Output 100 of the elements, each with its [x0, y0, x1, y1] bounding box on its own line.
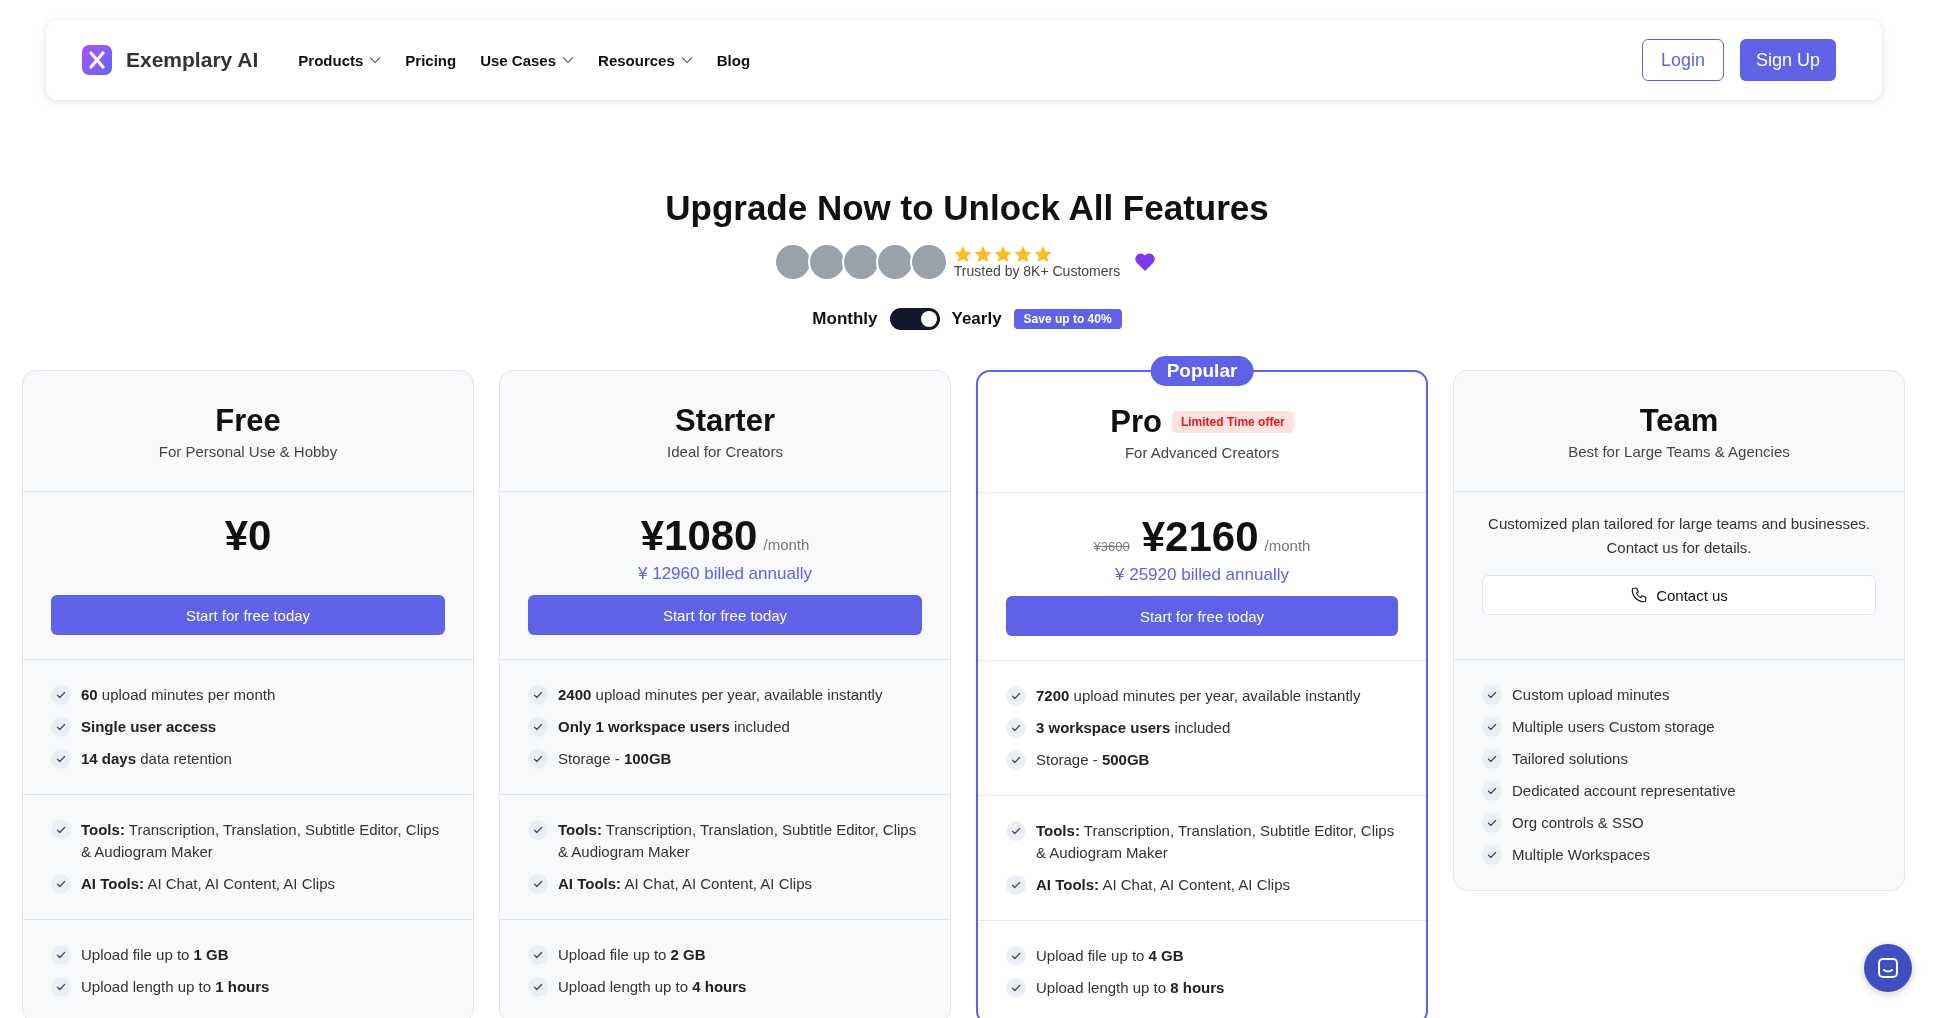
caret-icon	[369, 56, 382, 64]
feature-text: AI Tools: AI Chat, AI Content, AI Clips	[1036, 875, 1290, 895]
price-period: /month	[763, 536, 810, 553]
chat-button[interactable]	[1864, 944, 1912, 992]
feature-text: 60 upload minutes per month	[81, 685, 276, 705]
check-icon	[528, 749, 548, 769]
plan-subtitle: For Advanced Creators	[1124, 443, 1280, 461]
nav-link[interactable]: Resources	[598, 51, 693, 69]
save-badge: Save up to 40%	[1013, 309, 1122, 329]
check-icon	[1006, 946, 1026, 966]
billed-annually: ¥ 12960 billed annually	[638, 564, 812, 584]
check-icon	[1482, 717, 1502, 737]
check-icon	[1006, 750, 1026, 770]
plan-price: ¥2160	[1141, 513, 1259, 561]
feature-text: Multiple users Custom storage	[1512, 717, 1715, 737]
check-icon	[1482, 781, 1502, 801]
check-icon	[528, 717, 548, 737]
feature-text: Upload length up to 4 hours	[558, 977, 747, 997]
brand-name: Exemplary AI	[126, 48, 259, 72]
plan-subtitle: Ideal for Creators	[667, 442, 783, 460]
check-icon	[528, 945, 548, 965]
popular-badge: Popular	[1150, 356, 1254, 386]
star-icon	[1033, 245, 1052, 263]
feature-text: Upload length up to 8 hours	[1036, 978, 1225, 998]
heart-icon	[1134, 252, 1157, 272]
plan-subtitle: Best for Large Teams & Agencies	[1568, 442, 1790, 460]
plan-subtitle: For Personal Use & Hobby	[158, 442, 338, 460]
check-icon	[1482, 845, 1502, 865]
feature-text: Storage - 500GB	[1036, 750, 1150, 770]
start-button[interactable]: Start for free today	[1006, 596, 1398, 636]
star-icon	[973, 245, 992, 263]
contact-button[interactable]: Contact us	[1482, 575, 1876, 615]
old-price: ¥3600	[1093, 539, 1130, 554]
feature-text: Tools: Transcription, Translation, Subtitle Editor, Clips & Audiogram Maker	[558, 820, 918, 862]
feature-text: Multiple Workspaces	[1512, 845, 1651, 865]
check-icon	[1006, 978, 1026, 998]
billing-toggle[interactable]	[889, 308, 940, 330]
plan-price: ¥0	[224, 512, 272, 560]
feature-text: Upload file up to 2 GB	[558, 945, 706, 965]
feature-text: Tailored solutions	[1512, 749, 1628, 769]
feature-text: Only 1 workspace users included	[558, 717, 790, 737]
plan-price: ¥1080	[640, 512, 758, 560]
chat-icon	[1876, 956, 1900, 980]
check-icon	[51, 820, 71, 840]
star-icon	[1013, 245, 1032, 263]
check-icon	[528, 874, 548, 894]
check-icon	[528, 977, 548, 997]
plan-description: Customized plan tailored for large teams and businesses. Contact us for details.	[1487, 514, 1871, 558]
star-icon	[953, 245, 972, 263]
check-icon	[51, 717, 71, 737]
check-icon	[51, 874, 71, 894]
nav-link[interactable]: Products	[298, 51, 382, 69]
feature-text: AI Tools: AI Chat, AI Content, AI Clips	[81, 874, 335, 894]
check-icon	[51, 749, 71, 769]
feature-text: Upload file up to 1 GB	[81, 945, 229, 965]
feature-text: Storage - 100GB	[558, 749, 672, 769]
check-icon	[1482, 685, 1502, 705]
plan-name: Team	[1639, 402, 1719, 439]
feature-text: Tools: Transcription, Translation, Subtitle Editor, Clips & Audiogram Maker	[81, 820, 441, 862]
feature-text: Org controls & SSO	[1512, 813, 1644, 833]
offer-badge: Limited Time offer	[1171, 410, 1294, 433]
feature-text: Custom upload minutes	[1512, 685, 1670, 705]
signup-button[interactable]: Sign Up	[1739, 39, 1836, 81]
plan-name: Free	[215, 402, 281, 439]
logo-icon	[82, 45, 112, 75]
check-icon	[51, 945, 71, 965]
check-icon	[1482, 749, 1502, 769]
plan-name: Starter	[675, 402, 775, 439]
login-button[interactable]: Login	[1641, 39, 1724, 81]
feature-text: AI Tools: AI Chat, AI Content, AI Clips	[558, 874, 812, 894]
feature-text: 2400 upload minutes per year, available instantly	[558, 685, 883, 705]
check-icon	[528, 685, 548, 705]
phone-icon	[1630, 586, 1649, 604]
nav-link[interactable]: Use Cases	[480, 51, 575, 69]
trust-text: Trusted by 8K+ Customers	[953, 262, 1121, 279]
start-button[interactable]: Start for free today	[528, 595, 922, 635]
nav-link[interactable]: Pricing	[405, 51, 457, 69]
check-icon	[1006, 875, 1026, 895]
price-period: /month	[1264, 537, 1311, 554]
check-icon	[51, 685, 71, 705]
check-icon	[1006, 686, 1026, 706]
feature-text: 3 workspace users included	[1036, 718, 1231, 738]
nav-link[interactable]: Blog	[716, 51, 751, 69]
page-title: Upgrade Now to Unlock All Features	[664, 187, 1270, 229]
monthly-label: Monthly	[812, 309, 878, 329]
check-icon	[1482, 813, 1502, 833]
check-icon	[528, 820, 548, 840]
feature-text: Upload length up to 1 hours	[81, 977, 270, 997]
feature-text: Single user access	[81, 717, 217, 737]
start-button[interactable]: Start for free today	[51, 595, 445, 635]
caret-icon	[680, 56, 693, 64]
star-icon	[993, 245, 1012, 263]
feature-text: Dedicated account representative	[1512, 781, 1736, 801]
feature-text: Upload file up to 4 GB	[1036, 946, 1184, 966]
check-icon	[51, 977, 71, 997]
check-icon	[1006, 718, 1026, 738]
feature-text: 7200 upload minutes per year, available instantly	[1036, 686, 1361, 706]
feature-text: Tools: Transcription, Translation, Subtitle Editor, Clips & Audiogram Maker	[1036, 821, 1396, 863]
plan-name: Pro	[1110, 403, 1162, 440]
caret-icon	[562, 56, 575, 64]
